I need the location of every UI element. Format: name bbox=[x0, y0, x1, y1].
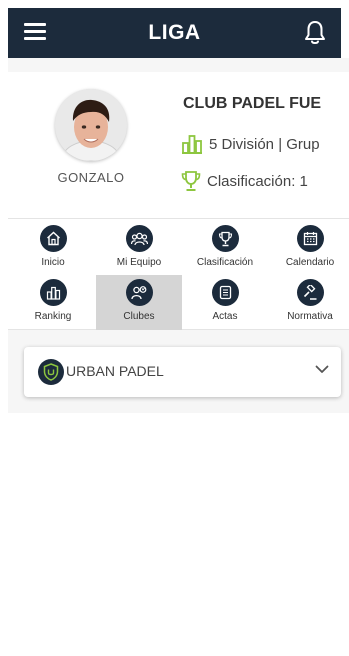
nav-label-actas: Actas bbox=[212, 311, 238, 322]
division-chart-icon bbox=[182, 135, 202, 154]
nav-item-inicio[interactable]: Inicio bbox=[10, 221, 96, 276]
chevron-down-icon bbox=[315, 365, 329, 373]
calendar-icon bbox=[303, 232, 317, 246]
nav-item-normativa[interactable]: Normativa bbox=[267, 275, 349, 330]
nav-label-clubes: Clubes bbox=[123, 311, 155, 322]
nav-item-clasificacion[interactable]: Clasificación bbox=[182, 221, 268, 276]
club-select-dropdown[interactable]: URBAN PADEL bbox=[24, 347, 341, 397]
home-icon bbox=[46, 231, 60, 246]
nav-label-mi-equipo: Mi Equipo bbox=[116, 257, 162, 268]
nav-item-mi-equipo[interactable]: Mi Equipo bbox=[96, 221, 182, 276]
nav-label-normativa: Normativa bbox=[287, 311, 333, 322]
section-nav: Inicio Mi Equipo Clasificación Calendari… bbox=[8, 218, 349, 330]
trophy-nav-icon bbox=[218, 231, 232, 246]
club-shield-icon bbox=[38, 359, 64, 385]
page-title: LIGA bbox=[148, 21, 201, 44]
avatar[interactable] bbox=[55, 89, 127, 161]
nav-item-calendario[interactable]: Calendario bbox=[267, 221, 349, 276]
nav-label-calendario: Calendario bbox=[285, 257, 335, 268]
division-text: 5 División | Grup bbox=[209, 135, 320, 153]
team-icon bbox=[130, 232, 148, 246]
app-header: LIGA bbox=[8, 8, 341, 58]
hamburger-menu-icon[interactable] bbox=[24, 23, 46, 43]
classification-row: Clasificación: 1 bbox=[181, 170, 349, 192]
main-content: GONZALO CLUB PADEL FUE 5 División | Grup… bbox=[8, 58, 349, 413]
profile-card: GONZALO CLUB PADEL FUE 5 División | Grup… bbox=[8, 72, 349, 218]
player-name: GONZALO bbox=[57, 170, 125, 185]
nav-item-ranking[interactable]: Ranking bbox=[10, 275, 96, 330]
ranking-icon bbox=[46, 286, 60, 300]
division-row: 5 División | Grup bbox=[181, 134, 349, 154]
nav-label-clasificacion: Clasificación bbox=[196, 257, 254, 268]
club-name: CLUB PADEL FUE bbox=[183, 95, 322, 112]
clubs-icon bbox=[131, 286, 147, 300]
nav-label-ranking: Ranking bbox=[34, 311, 72, 322]
nav-item-actas[interactable]: Actas bbox=[182, 275, 268, 330]
classification-text: Clasificación: 1 bbox=[207, 172, 308, 190]
trophy-icon bbox=[181, 171, 201, 191]
nav-item-clubes[interactable]: Clubes bbox=[96, 275, 182, 330]
notification-bell-icon[interactable] bbox=[303, 20, 327, 46]
gavel-icon bbox=[303, 284, 317, 300]
club-select-value: URBAN PADEL bbox=[66, 363, 164, 379]
nav-label-inicio: Inicio bbox=[41, 257, 65, 268]
document-icon bbox=[219, 285, 231, 300]
